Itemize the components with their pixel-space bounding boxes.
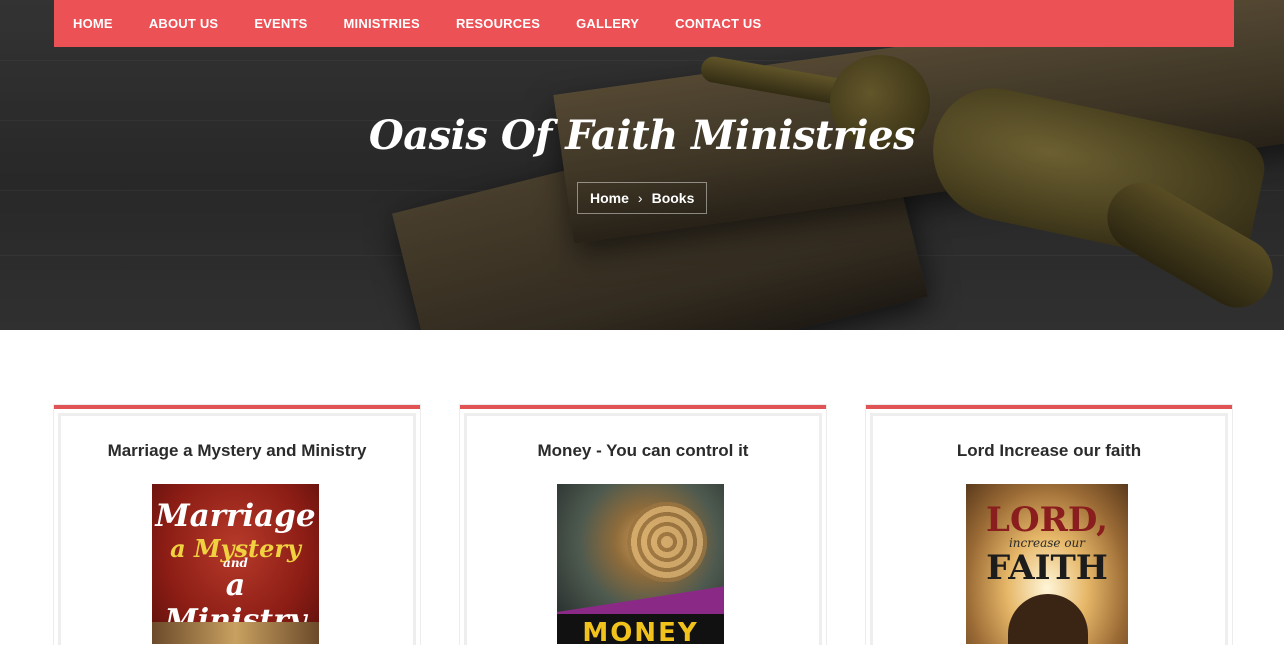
nav-contact-us[interactable]: CONTACT US: [675, 16, 761, 31]
book-card[interactable]: Marriage a Mystery and Ministry Marriage…: [54, 405, 420, 645]
cover-text: MONEY: [582, 618, 699, 644]
cover-text: Marriage: [155, 498, 316, 534]
book-card[interactable]: Lord Increase our faith LORD, increase o…: [866, 405, 1232, 645]
book-cover-image[interactable]: MONEY: [557, 484, 724, 644]
coins-image: [627, 502, 707, 582]
nav-home[interactable]: HOME: [73, 16, 113, 31]
nav-ministries[interactable]: MINISTRIES: [344, 16, 420, 31]
cover-text: FAITH: [986, 548, 1108, 588]
book-title[interactable]: Lord Increase our faith: [866, 441, 1232, 461]
cover-decoration: [152, 622, 319, 644]
nav-events[interactable]: EVENTS: [254, 16, 307, 31]
hero-overlay: [0, 0, 1284, 330]
breadcrumb-current: Books: [651, 190, 695, 206]
nav-resources[interactable]: RESOURCES: [456, 16, 540, 31]
nav-about-us[interactable]: ABOUT US: [149, 16, 219, 31]
book-title[interactable]: Money - You can control it: [460, 441, 826, 461]
book-cover-image[interactable]: Marriage a Mystery and a Ministry: [152, 484, 319, 644]
book-card[interactable]: Money - You can control it MONEY: [460, 405, 826, 645]
page-title: Oasis Of Faith Ministries: [368, 112, 916, 159]
breadcrumb-home[interactable]: Home: [590, 190, 629, 206]
cover-text: LORD,: [986, 500, 1108, 540]
book-title[interactable]: Marriage a Mystery and Ministry: [54, 441, 420, 461]
chevron-right-icon: ›: [637, 190, 643, 206]
breadcrumb: Home › Books: [577, 182, 708, 214]
nav-gallery[interactable]: GALLERY: [576, 16, 639, 31]
hero-banner: HOME ABOUT US EVENTS MINISTRIES RESOURCE…: [0, 0, 1284, 330]
book-cover-image[interactable]: LORD, increase our FAITH: [966, 484, 1128, 644]
main-nav: HOME ABOUT US EVENTS MINISTRIES RESOURCE…: [54, 0, 1234, 47]
